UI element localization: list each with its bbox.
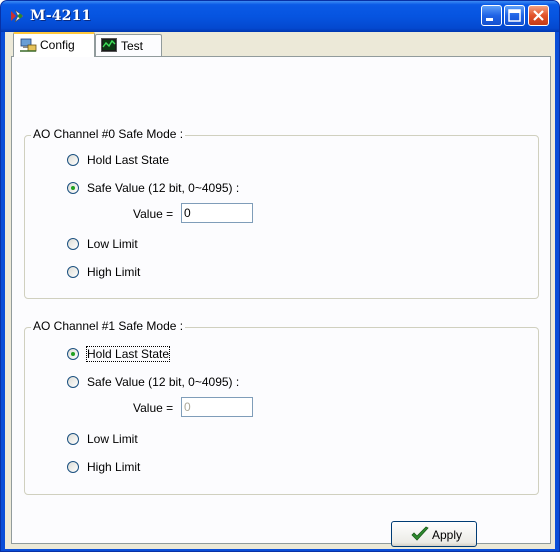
radio-button-icon bbox=[67, 238, 79, 250]
minimize-button[interactable] bbox=[481, 5, 502, 26]
radio-button-icon bbox=[67, 348, 79, 360]
app-window: M-4211 Config Test AO Channel #0 Safe Mo… bbox=[0, 0, 560, 552]
ao-channel-0-title: AO Channel #0 Safe Mode : bbox=[31, 127, 186, 141]
checkmark-icon bbox=[411, 526, 429, 541]
radio-button-icon bbox=[67, 461, 79, 473]
client-area: Config Test AO Channel #0 Safe Mode : Ho… bbox=[5, 32, 555, 549]
radio-button-icon bbox=[67, 433, 79, 445]
ch0-value-input[interactable]: 0 bbox=[181, 203, 253, 223]
ao-channel-1-title: AO Channel #1 Safe Mode : bbox=[31, 319, 186, 333]
tab-test-label: Test bbox=[121, 39, 144, 53]
maximize-icon bbox=[508, 9, 521, 22]
tab-config[interactable]: Config bbox=[13, 32, 95, 57]
ch0-safe-value-label: Safe Value (12 bit, 0~4095) : bbox=[87, 181, 240, 195]
ch0-hold-last-state-label: Hold Last State bbox=[87, 153, 170, 167]
network-config-icon bbox=[20, 38, 37, 52]
ch1-low-limit-label: Low Limit bbox=[87, 432, 138, 446]
close-button[interactable] bbox=[528, 5, 549, 26]
title-bar[interactable]: M-4211 bbox=[1, 1, 559, 32]
minimize-icon bbox=[486, 18, 493, 21]
ch0-high-limit-label: High Limit bbox=[87, 265, 141, 279]
apply-button[interactable]: Apply bbox=[391, 521, 477, 547]
tab-test[interactable]: Test bbox=[95, 34, 162, 56]
ch1-hold-last-state-label: Hold Last State bbox=[85, 346, 171, 362]
ch1-high-limit-label: High Limit bbox=[87, 460, 141, 474]
ao-channel-0-group: AO Channel #0 Safe Mode : Hold Last Stat… bbox=[24, 127, 539, 299]
ch1-safe-value-label: Safe Value (12 bit, 0~4095) : bbox=[87, 375, 240, 389]
maximize-button[interactable] bbox=[504, 5, 525, 26]
radio-button-icon bbox=[67, 182, 79, 194]
window-title: M-4211 bbox=[30, 8, 92, 24]
tab-config-label: Config bbox=[40, 38, 75, 52]
config-panel: AO Channel #0 Safe Mode : Hold Last Stat… bbox=[11, 56, 551, 544]
ch1-value-label: Value = bbox=[133, 401, 174, 415]
chart-monitor-icon bbox=[101, 38, 117, 52]
apply-button-label: Apply bbox=[432, 528, 463, 542]
ch1-value-input[interactable]: 0 bbox=[181, 397, 253, 417]
ch0-value-label: Value = bbox=[133, 207, 174, 221]
radio-button-icon bbox=[67, 376, 79, 388]
radio-button-icon bbox=[67, 154, 79, 166]
ch0-low-limit-label: Low Limit bbox=[87, 237, 138, 251]
radio-button-icon bbox=[67, 266, 79, 278]
app-icon bbox=[11, 9, 24, 23]
close-icon bbox=[533, 10, 544, 21]
ao-channel-1-group: AO Channel #1 Safe Mode : Hold Last Stat… bbox=[24, 319, 539, 495]
